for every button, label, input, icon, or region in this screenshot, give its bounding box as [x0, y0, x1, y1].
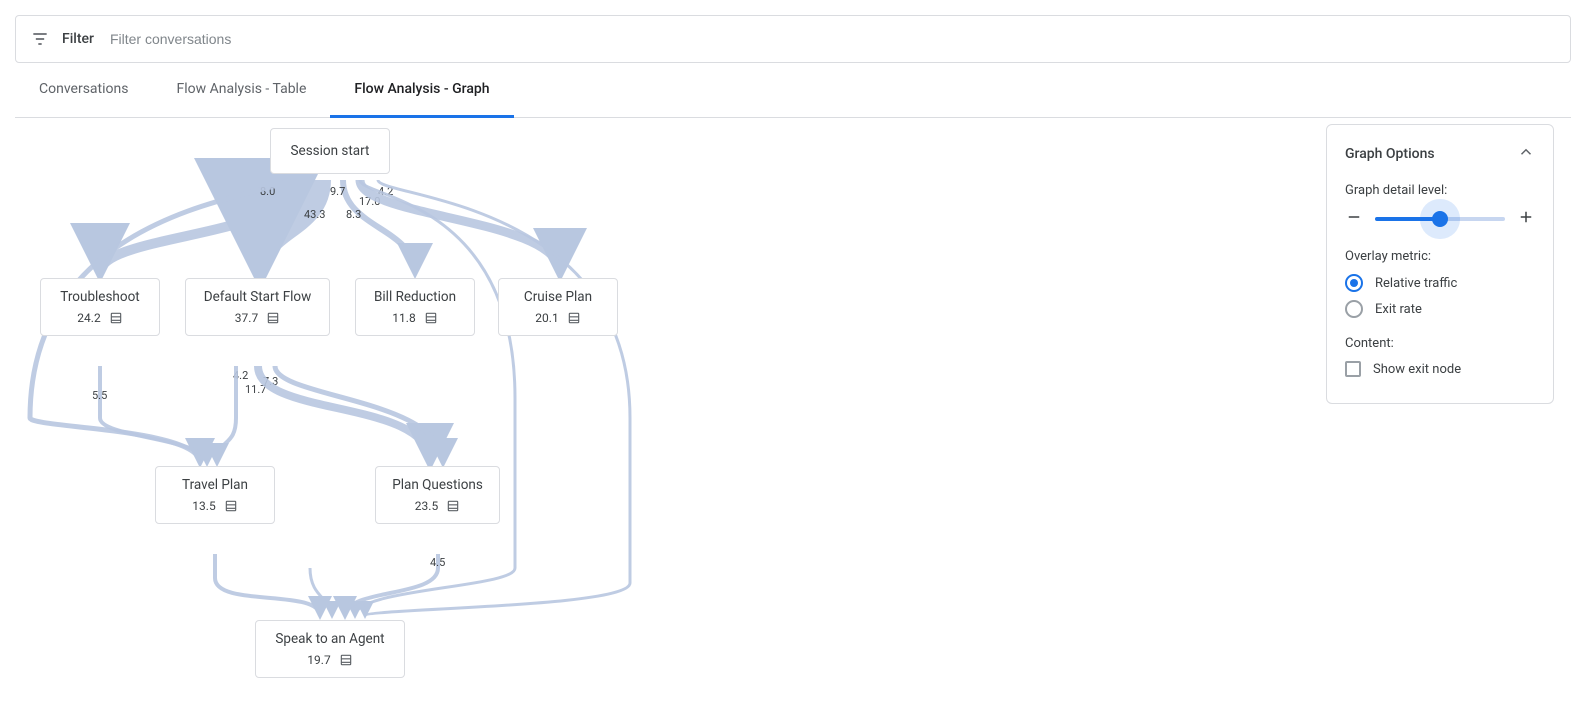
table-icon[interactable]	[109, 311, 123, 325]
edge-label-9-7: 9.7	[330, 185, 345, 198]
node-title: Travel Plan	[170, 477, 260, 493]
node-value: 23.5	[415, 499, 438, 513]
edge-label-4-5: 4.5	[430, 556, 445, 569]
node-troubleshoot[interactable]: Troubleshoot 24.2	[40, 278, 160, 336]
node-travel-plan[interactable]: Travel Plan 13.5	[155, 466, 275, 524]
checkbox-show-exit-node[interactable]: Show exit node	[1345, 361, 1535, 377]
node-title: Plan Questions	[390, 477, 485, 493]
radio-relative-traffic[interactable]: Relative traffic	[1345, 274, 1535, 292]
table-icon[interactable]	[446, 499, 460, 513]
node-title: Troubleshoot	[55, 289, 145, 305]
overlay-metric-label: Overlay metric:	[1345, 249, 1535, 264]
filter-input[interactable]	[108, 30, 1556, 48]
radio-icon	[1345, 274, 1363, 292]
flow-graph-canvas[interactable]: 19.4 43.3 8.0 9.7 8.3 17.0 4.2 5.5 4.2 1…	[0, 118, 1586, 728]
edge-label-8-3: 8.3	[346, 208, 361, 221]
radio-label: Exit rate	[1375, 302, 1422, 317]
node-default-start-flow[interactable]: Default Start Flow 37.7	[185, 278, 330, 336]
node-value: 37.7	[235, 311, 258, 325]
table-icon[interactable]	[266, 311, 280, 325]
filter-label: Filter	[62, 31, 94, 47]
node-bill-reduction[interactable]: Bill Reduction 11.8	[355, 278, 475, 336]
radio-label: Relative traffic	[1375, 276, 1457, 291]
chevron-up-icon[interactable]	[1517, 143, 1535, 165]
node-speak-to-agent[interactable]: Speak to an Agent 19.7	[255, 620, 405, 678]
radio-icon	[1345, 300, 1363, 318]
table-icon[interactable]	[424, 311, 438, 325]
edge-label-43-3: 43.3	[304, 208, 325, 221]
edge-label-5-5: 5.5	[92, 389, 107, 402]
node-title: Bill Reduction	[370, 289, 460, 305]
tabs-bar: Conversations Flow Analysis - Table Flow…	[15, 63, 1571, 118]
detail-decrease-button[interactable]	[1345, 208, 1363, 229]
checkbox-icon	[1345, 361, 1361, 377]
graph-options-title: Graph Options	[1345, 146, 1435, 162]
content-label: Content:	[1345, 336, 1535, 351]
tab-flow-analysis-graph[interactable]: Flow Analysis - Graph	[330, 63, 513, 118]
node-value: 11.8	[392, 311, 415, 325]
graph-options-panel: Graph Options Graph detail level: Overla…	[1326, 124, 1554, 404]
tab-conversations[interactable]: Conversations	[15, 63, 152, 118]
filter-list-icon	[30, 29, 50, 49]
table-icon[interactable]	[567, 311, 581, 325]
tab-flow-analysis-table[interactable]: Flow Analysis - Table	[152, 63, 330, 118]
node-value: 20.1	[535, 311, 558, 325]
node-value: 19.7	[307, 653, 330, 667]
node-title: Default Start Flow	[200, 289, 315, 305]
node-plan-questions[interactable]: Plan Questions 23.5	[375, 466, 500, 524]
node-value: 24.2	[77, 311, 100, 325]
detail-increase-button[interactable]	[1517, 208, 1535, 229]
radio-exit-rate[interactable]: Exit rate	[1345, 300, 1535, 318]
node-title: Speak to an Agent	[270, 631, 390, 647]
table-icon[interactable]	[224, 499, 238, 513]
node-title: Session start	[281, 143, 379, 159]
checkbox-label: Show exit node	[1373, 362, 1461, 377]
node-cruise-plan[interactable]: Cruise Plan 20.1	[498, 278, 618, 336]
node-value: 13.5	[192, 499, 215, 513]
node-session-start[interactable]: Session start	[270, 128, 390, 174]
node-title: Cruise Plan	[513, 289, 603, 305]
graph-detail-level-label: Graph detail level:	[1345, 183, 1535, 198]
filter-bar: Filter	[15, 15, 1571, 63]
detail-slider[interactable]	[1375, 217, 1505, 221]
slider-thumb[interactable]	[1432, 211, 1448, 227]
table-icon[interactable]	[339, 653, 353, 667]
